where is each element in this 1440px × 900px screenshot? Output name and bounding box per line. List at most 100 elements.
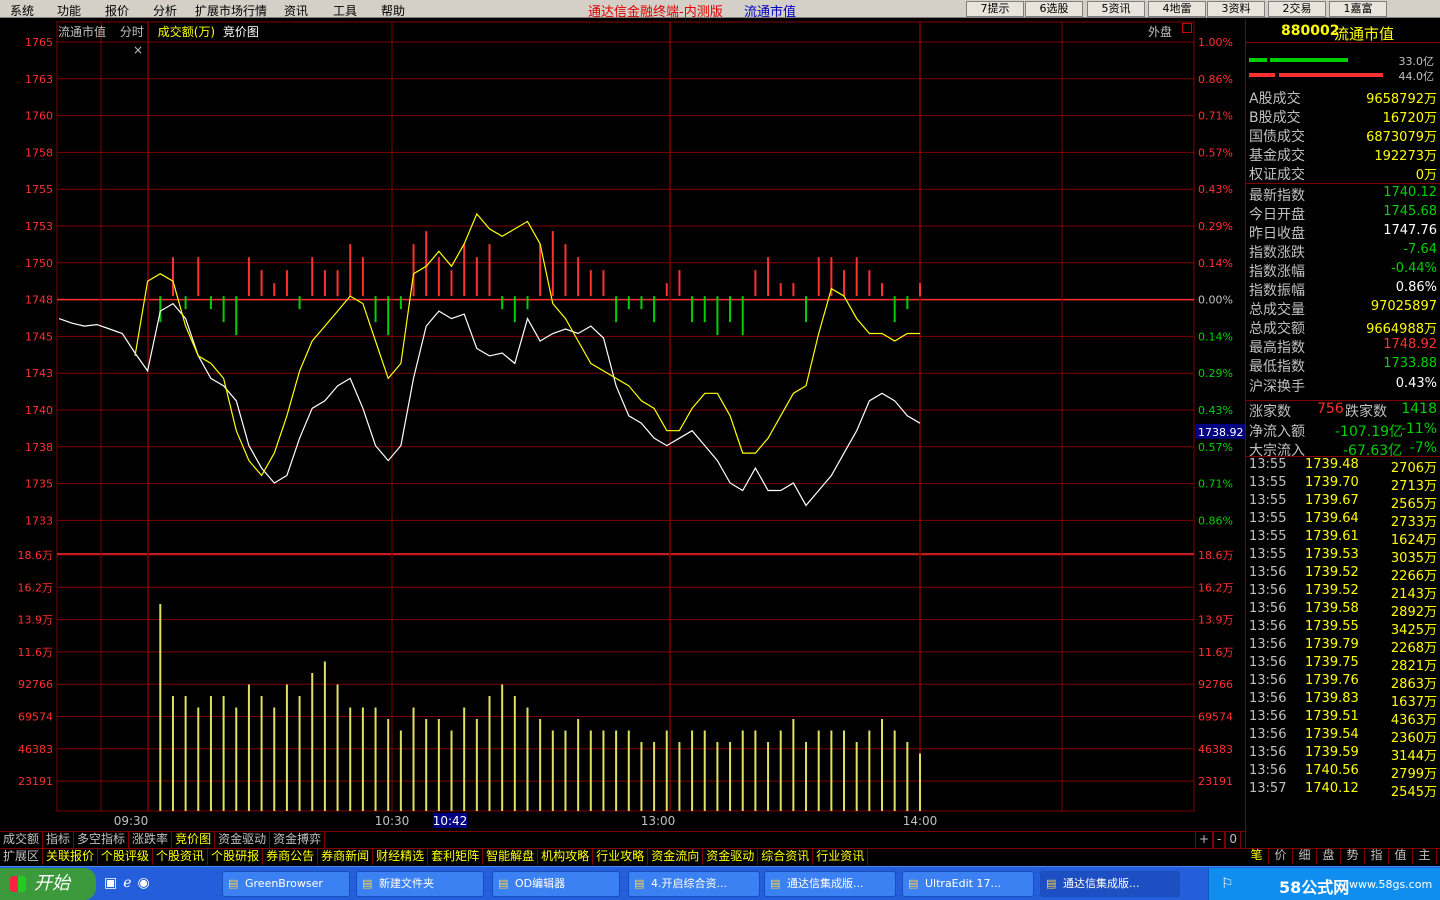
info-tab[interactable]: 个股研报 <box>208 849 264 865</box>
tick-row[interactable]: 13:56 1739.76 2863万 <box>1249 673 1437 692</box>
stat-value: 1745.68 <box>1383 203 1437 219</box>
toolbar-button-4[interactable]: 3资料 <box>1207 1 1265 17</box>
tick-row[interactable]: 13:56 1739.83 1637万 <box>1249 691 1437 710</box>
tick-row[interactable]: 13:56 1739.55 3425万 <box>1249 619 1437 638</box>
toolbar-button-3[interactable]: 4地雷 <box>1148 1 1206 17</box>
info-tab[interactable]: 资金驱动 <box>703 849 759 865</box>
taskbar-task[interactable]: ▤ GreenBrowser <box>222 871 350 897</box>
ie-icon[interactable]: ℯ <box>123 875 137 891</box>
price-tick-label: 1765 <box>25 36 53 49</box>
tick-row[interactable]: 13:56 1739.75 2821万 <box>1249 655 1437 674</box>
tick-row[interactable]: 13:55 1739.70 2713万 <box>1249 475 1437 494</box>
info-tab[interactable]: 机构攻略 <box>538 849 594 865</box>
taskbar-task[interactable]: ▤ 新建文件夹 <box>356 871 484 897</box>
tick-row[interactable]: 13:57 1740.12 2545万 <box>1249 781 1437 800</box>
tick-row[interactable]: 13:56 1739.59 3144万 <box>1249 745 1437 764</box>
toolbar-button-5[interactable]: 2交易 <box>1268 1 1326 17</box>
info-tab[interactable]: 行业资讯 <box>813 849 869 865</box>
tick-row[interactable]: 13:56 1740.56 2799万 <box>1249 763 1437 782</box>
down-label: 跌家数 <box>1345 404 1387 420</box>
intraday-chart[interactable]: 1765 1.00% 1763 0.86% 1760 0.71% 1758 0.57% 1755… <box>0 19 1245 831</box>
taskbar-task[interactable]: ▤ OD编辑器 <box>492 871 620 897</box>
chart-mode[interactable]: 分时 <box>120 25 144 39</box>
tick-row[interactable]: 13:55 1739.67 2565万 <box>1249 493 1437 512</box>
info-tab[interactable]: 行业攻略 <box>593 849 649 865</box>
close-marker-icon[interactable]: × <box>133 43 143 57</box>
menu-item-0[interactable]: 系统 <box>10 2 34 19</box>
side-tab[interactable]: 指 <box>1365 848 1389 864</box>
tick-row[interactable]: 13:55 1739.64 2733万 <box>1249 511 1437 530</box>
tick-row[interactable]: 13:55 1739.61 1624万 <box>1249 529 1437 548</box>
buy-sell-bars: 33.0亿 44.0亿 <box>1246 51 1440 83</box>
indicator-tab[interactable]: 竞价图 <box>172 832 216 848</box>
menu-item-4[interactable]: 扩展市场行情 <box>195 2 267 19</box>
menu-item-6[interactable]: 工具 <box>333 2 357 19</box>
info-tab[interactable]: 个股资讯 <box>153 849 209 865</box>
toolbar-button-2[interactable]: 5资讯 <box>1087 1 1145 17</box>
chart-area[interactable]: 1765 1.00% 1763 0.86% 1760 0.71% 1758 0.57% 1755… <box>0 19 1245 831</box>
tab-control-button[interactable]: - <box>1213 832 1226 848</box>
info-tab-bar: 扩展区 关联报价 个股评级 个股资讯 个股研报 券商公告 券商新闻 财经精选 套利矩阵 智能解盘机… <box>0 848 1440 865</box>
side-tab[interactable]: 笔 <box>1245 848 1269 864</box>
desktop-icon[interactable]: ▣ <box>104 875 123 891</box>
info-tab[interactable]: 券商公告 <box>263 849 319 865</box>
side-tab[interactable]: 盘 <box>1317 848 1341 864</box>
tick-row[interactable]: 13:55 1739.53 3035万 <box>1249 547 1437 566</box>
indicator-tab[interactable]: 成交额 <box>0 832 44 848</box>
menu-item-2[interactable]: 报价 <box>105 2 129 19</box>
browser-icon[interactable]: ◉ <box>138 875 156 891</box>
tab-control-button[interactable]: + <box>1194 832 1214 848</box>
start-button[interactable]: 开始 <box>0 868 96 900</box>
tick-row[interactable]: 13:56 1739.51 4363万 <box>1249 709 1437 728</box>
menu-item-5[interactable]: 资讯 <box>284 2 308 19</box>
info-tab[interactable]: 综合资讯 <box>758 849 814 865</box>
info-tab[interactable]: 券商新闻 <box>318 849 374 865</box>
tray-logo: 58公式网 <box>1279 878 1350 897</box>
toolbar-button-6[interactable]: 1嘉富 <box>1329 1 1387 17</box>
info-tab[interactable]: 智能解盘 <box>483 849 539 865</box>
task-label: UltraEdit 17... <box>925 877 1001 890</box>
tick-row[interactable]: 13:56 1739.54 2360万 <box>1249 727 1437 746</box>
volume-tick-label: 18.6万 <box>18 549 54 562</box>
tick-row[interactable]: 13:56 1739.79 2268万 <box>1249 637 1437 656</box>
toolbar-button-1[interactable]: 6选股 <box>1025 1 1083 17</box>
side-tab[interactable]: 细 <box>1293 848 1317 864</box>
side-tab[interactable]: 价 <box>1269 848 1293 864</box>
side-tab[interactable]: 值 <box>1389 848 1413 864</box>
info-tab[interactable]: 扩展区 <box>0 849 44 865</box>
menu-item-3[interactable]: 分析 <box>153 2 177 19</box>
info-tab[interactable]: 关联报价 <box>43 849 99 865</box>
info-tab[interactable]: 财经精选 <box>373 849 429 865</box>
tick-row[interactable]: 13:56 1739.52 2266万 <box>1249 565 1437 584</box>
task-label: 新建文件夹 <box>379 877 434 890</box>
pct-tick-label: 0.43% <box>1198 183 1233 196</box>
tray-icon[interactable]: ⚐ <box>1221 876 1234 892</box>
tick-row[interactable]: 13:56 1739.58 2892万 <box>1249 601 1437 620</box>
indicator-tab[interactable]: 资金搏弈 <box>270 832 326 848</box>
menu-item-7[interactable]: 帮助 <box>381 2 405 19</box>
taskbar-task[interactable]: ▤ 通达信集成版... <box>764 871 896 897</box>
tab-control-button[interactable]: 0 <box>1225 832 1241 848</box>
tick-row[interactable]: 13:56 1739.52 2143万 <box>1249 583 1437 602</box>
indicator-tab[interactable]: 资金驱动 <box>215 832 271 848</box>
indicator-tab[interactable]: 涨跌率 <box>129 832 173 848</box>
indicator-tab[interactable]: 多空指标 <box>74 832 130 848</box>
side-tab[interactable]: 势 <box>1341 848 1365 864</box>
chart-indicator[interactable]: 成交额(万) <box>158 25 215 39</box>
taskbar-task[interactable]: ▤ 通达信集成版... <box>1040 871 1180 897</box>
toolbar-button-0[interactable]: 7提示 <box>966 1 1024 17</box>
side-tab[interactable]: 主 <box>1413 848 1437 864</box>
taskbar-task[interactable]: ▤ 4.开启综合资... <box>628 871 760 897</box>
stat-row: 指数涨跌 -7.64 <box>1249 242 1437 261</box>
info-tab[interactable]: 个股评级 <box>98 849 154 865</box>
pct-tick-label: 0.86% <box>1198 73 1233 86</box>
restore-icon[interactable] <box>1182 23 1192 33</box>
info-tab[interactable]: 资金流向 <box>648 849 704 865</box>
chart-extra[interactable]: 竞价图 <box>223 25 259 39</box>
menu-item-1[interactable]: 功能 <box>57 2 81 19</box>
quick-launch[interactable]: ▣ℯ◉ <box>104 875 200 893</box>
taskbar-task[interactable]: ▤ UltraEdit 17... <box>902 871 1034 897</box>
info-tab[interactable]: 套利矩阵 <box>428 849 484 865</box>
tick-row[interactable]: 13:55 1739.48 2706万 <box>1249 457 1437 476</box>
indicator-tab[interactable]: 指标 <box>43 832 75 848</box>
